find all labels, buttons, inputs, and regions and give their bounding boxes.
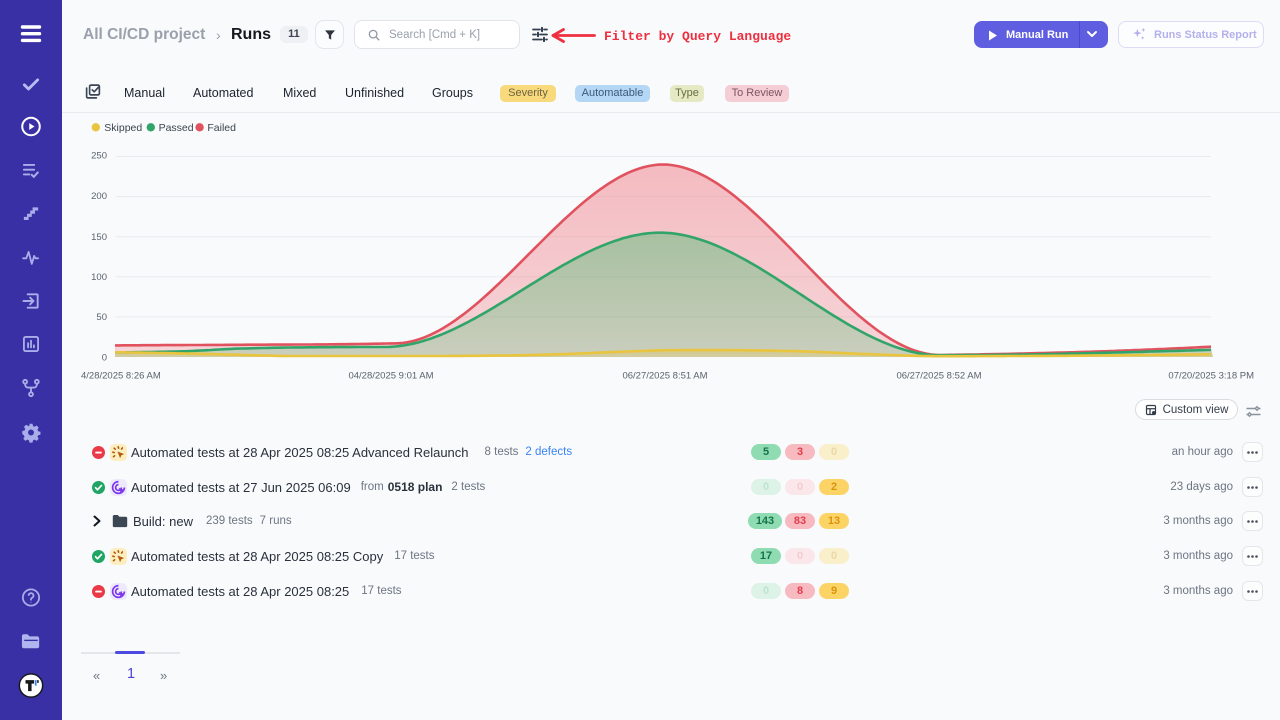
svg-text:06/27/2025 8:51 AM: 06/27/2025 8:51 AM — [622, 371, 707, 382]
svg-text:07/20/2025 3:18 PM: 07/20/2025 3:18 PM — [1168, 371, 1254, 382]
svg-text:4/28/2025 8:26 AM: 4/28/2025 8:26 AM — [81, 371, 161, 382]
svg-text:0: 0 — [102, 353, 107, 364]
svg-text:250: 250 — [91, 151, 107, 162]
svg-text:06/27/2025 8:52 AM: 06/27/2025 8:52 AM — [896, 371, 981, 382]
svg-text:200: 200 — [91, 191, 107, 202]
svg-text:150: 150 — [91, 232, 107, 243]
svg-text:Skipped: Skipped — [104, 122, 142, 134]
svg-text:100: 100 — [91, 272, 107, 283]
svg-text:Failed: Failed — [207, 122, 236, 134]
svg-text:50: 50 — [96, 312, 107, 323]
svg-text:04/28/2025 9:01 AM: 04/28/2025 9:01 AM — [348, 371, 433, 382]
svg-text:Passed: Passed — [159, 122, 194, 134]
